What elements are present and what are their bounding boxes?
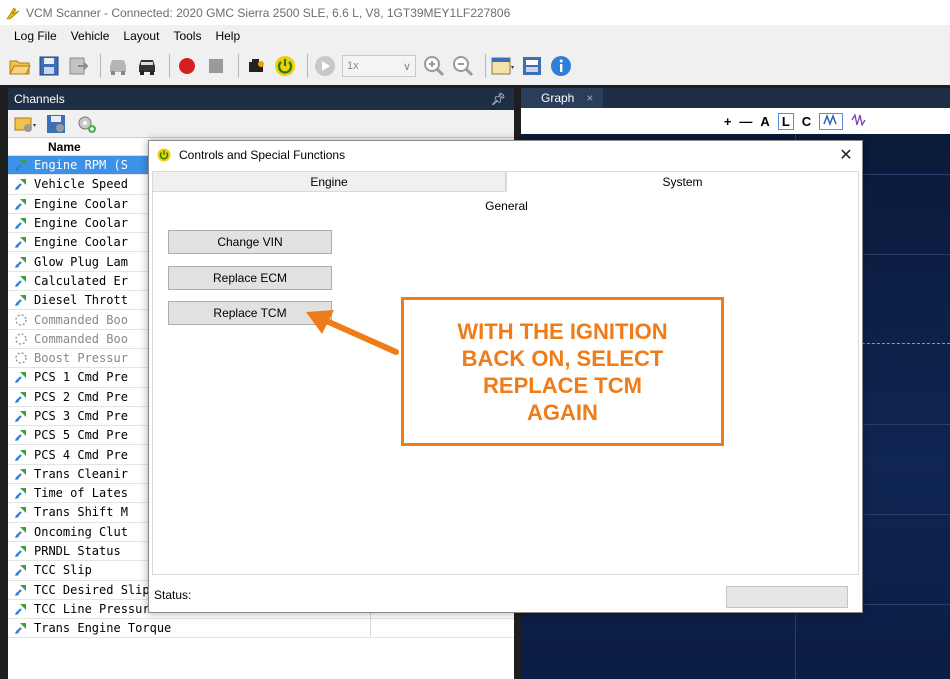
channels-panel-header: Channels 📌︎ [8,88,514,110]
channel-link-icon [8,621,30,635]
info-icon[interactable] [549,54,573,78]
main-toolbar: 1x ∨ [0,47,950,85]
title-bar: VCM Scanner - Connected: 2020 GMC Sierra… [0,0,950,25]
channel-unsupported-icon [8,351,30,365]
group-title-general: General [485,199,528,213]
graph-tab-label: Graph [541,91,575,105]
toolbar-separator [100,54,101,78]
channel-link-icon [8,177,30,191]
channel-link-icon [8,602,30,616]
dialog-title: Controls and Special Functions [179,148,346,162]
callout-line: REPLACE TCM [483,372,642,398]
power-icon [157,148,171,162]
toolbar-separator [485,54,486,78]
channel-link-icon [8,255,30,269]
callout-line: WITH THE IGNITION [457,318,668,344]
waveform-icon[interactable] [819,112,844,130]
channel-link-icon [8,563,30,577]
channel-name: Trans Engine Torque [34,621,172,636]
channels-toolbar [8,110,514,138]
menu-log-file[interactable]: Log File [14,29,57,43]
toolbar-separator [238,54,239,78]
layout-icon[interactable] [491,54,515,78]
tab-system[interactable]: System [506,171,859,192]
chevron-down-icon: ∨ [402,60,411,73]
play-icon[interactable] [313,54,337,78]
channel-link-icon [8,505,30,519]
graph-lines-button[interactable]: L [777,112,794,130]
channel-link-icon [8,390,30,404]
dialog-title-bar: Controls and Special Functions [149,141,862,169]
channel-link-icon [8,409,30,423]
channel-link-icon [8,274,30,288]
channel-link-icon [8,583,30,597]
instruction-callout: WITH THE IGNITION BACK ON, SELECT REPLAC… [401,297,724,446]
signal-icon[interactable] [851,112,867,129]
channel-open-icon[interactable] [12,112,38,136]
callout-line: AGAIN [527,399,598,425]
zoom-out-icon[interactable] [451,54,475,78]
menu-layout[interactable]: Layout [123,29,159,43]
zoom-in-icon[interactable] [422,54,446,78]
engine-icon[interactable] [244,54,268,78]
playback-speed-select[interactable]: 1x ∨ [342,55,416,77]
channel-link-icon [8,544,30,558]
toolbar-separator [307,54,308,78]
channel-unsupported-icon [8,332,30,346]
channel-link-icon [8,525,30,539]
menu-help[interactable]: Help [215,29,240,43]
channel-link-icon [8,293,30,307]
table-icon[interactable] [520,54,544,78]
tab-graph[interactable]: Graph × [521,88,604,108]
vcm-scanner-window: VCM Scanner - Connected: 2020 GMC Sierra… [0,0,950,679]
replace-ecm-button[interactable]: Replace ECM [168,266,332,290]
playback-speed-value: 1x [347,60,359,72]
save-icon[interactable] [37,54,61,78]
channel-link-icon [8,428,30,442]
status-progress-box [726,586,848,608]
menu-bar: Log File Vehicle Layout Tools Help [0,25,950,47]
vehicle-connect-icon[interactable] [135,54,159,78]
close-icon[interactable]: ✕ [838,145,854,165]
channel-link-icon [8,467,30,481]
stop-icon[interactable] [204,54,228,78]
channel-settings-icon[interactable] [74,112,100,136]
graph-tabstrip: Graph × [521,88,950,108]
channel-link-icon [8,158,30,172]
graph-auto-button[interactable]: A [760,114,769,129]
channel-save-icon[interactable] [43,112,69,136]
channel-row[interactable]: Trans Engine Torque [8,619,514,639]
power-icon[interactable] [273,54,297,78]
callout-line: BACK ON, SELECT [461,345,664,371]
channel-link-icon [8,197,30,211]
pin-icon[interactable]: 📌︎ [491,92,506,106]
toolbar-separator [169,54,170,78]
graph-cursor-button[interactable]: C [802,114,811,129]
window-title: VCM Scanner - Connected: 2020 GMC Sierra… [26,5,511,20]
change-vin-button[interactable]: Change VIN [168,230,332,254]
vehicle-icon[interactable] [106,54,130,78]
replace-tcm-button[interactable]: Replace TCM [168,301,332,325]
channels-panel-title: Channels [14,92,65,106]
graph-toolbar: + — A L C [521,108,950,134]
dialog-tabs: Engine System [152,171,859,192]
channel-unsupported-icon [8,313,30,327]
menu-vehicle[interactable]: Vehicle [71,29,110,43]
channel-link-icon [8,448,30,462]
app-logo-icon [6,7,20,19]
status-label: Status: [154,588,192,602]
record-icon[interactable] [175,54,199,78]
graph-zoom-out-button[interactable]: — [739,114,752,129]
export-icon[interactable] [66,54,90,78]
open-folder-icon[interactable] [8,54,32,78]
close-icon[interactable]: × [586,91,593,105]
graph-zoom-in-button[interactable]: + [724,114,732,129]
channel-link-icon [8,216,30,230]
channel-value-cell [370,619,514,638]
channel-link-icon [8,235,30,249]
tab-engine[interactable]: Engine [152,171,506,192]
channel-link-icon [8,370,30,384]
menu-tools[interactable]: Tools [173,29,201,43]
channel-link-icon [8,486,30,500]
